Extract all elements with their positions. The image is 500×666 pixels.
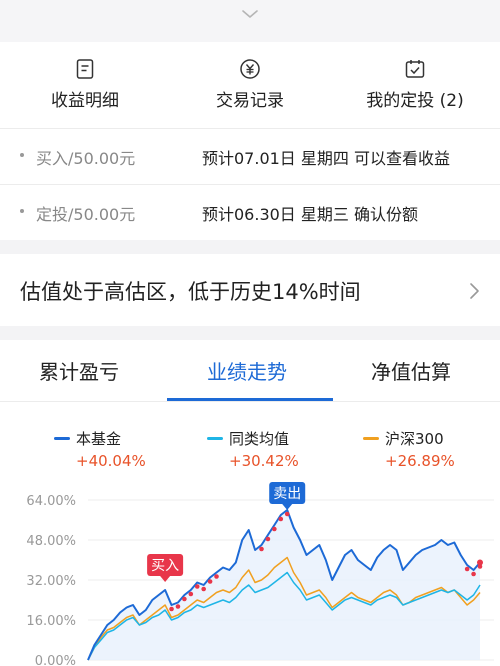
legend-swatch	[54, 437, 70, 440]
trade-marker-dot	[284, 511, 290, 517]
tag-pointer	[160, 576, 171, 582]
trade-marker-dot	[182, 596, 187, 602]
trade-marker-dot	[265, 536, 271, 542]
legend-change: +40.04%	[76, 452, 146, 470]
calendar-check-icon	[405, 60, 425, 78]
y-tick-label: 64.00%	[26, 494, 76, 509]
legend-swatch	[207, 437, 223, 440]
y-tick-label: 32.00%	[26, 574, 76, 589]
chart-tabs: 累计盈亏 业绩走势 净值估算	[0, 340, 500, 402]
trade-marker-dot	[214, 574, 219, 579]
sell-tag-label: 卖出	[273, 486, 301, 502]
tab-performance-trend[interactable]: 业绩走势	[207, 356, 287, 385]
y-tick-label: 16.00%	[26, 614, 76, 629]
my-auto-invest-label: 我的定投 (2)	[366, 91, 464, 111]
trade-marker-dot	[188, 591, 194, 597]
divider	[0, 401, 500, 402]
tab-nav-estimate[interactable]: 净值估算	[371, 356, 451, 385]
trade-marker-dot	[201, 586, 206, 592]
trade-records-button[interactable]: 交易记录	[180, 42, 320, 128]
trade-marker-dot	[175, 604, 181, 609]
buy-tag-label: 买入	[151, 558, 179, 574]
tab-cumulative-pnl[interactable]: 累计盈亏	[39, 356, 119, 385]
legend-change: +30.42%	[229, 452, 299, 470]
pending-buy-status: 预计07.01日 星期四 可以查看收益	[202, 149, 450, 168]
trade-marker-dot	[278, 516, 284, 522]
trade-marker-dot	[464, 566, 470, 572]
y-tick-label: 0.00%	[35, 654, 76, 666]
pending-auto-invest-amount: 定投/50.00元	[36, 205, 136, 224]
pending-buy-row[interactable]: 买入/50.00元 预计07.01日 星期四 可以查看收益	[0, 128, 500, 184]
fund-area-fill	[88, 510, 480, 660]
trade-marker-dot	[259, 546, 264, 552]
trade-marker-dot	[272, 526, 277, 532]
my-auto-invest-button[interactable]: 我的定投 (2)	[340, 42, 490, 128]
trade-marker-dot	[207, 579, 213, 584]
bullet-dot	[20, 209, 24, 213]
trade-records-label: 交易记录	[216, 91, 284, 111]
valuation-text: 估值处于高估区，低于历史14%时间	[20, 280, 361, 304]
income-details-label: 收益明细	[51, 91, 119, 111]
document-icon	[76, 59, 94, 79]
legend-name: 同类均值	[229, 430, 290, 448]
chevron-down-icon[interactable]	[241, 8, 259, 20]
performance-card: 累计盈亏 业绩走势 净值估算 本基金 +40.04% 同类均值 +30.42% …	[0, 340, 500, 666]
valuation-row[interactable]: 估值处于高估区，低于历史14%时间	[0, 254, 500, 326]
legend-swatch	[363, 437, 379, 440]
bullet-dot	[20, 153, 24, 157]
legend-name: 本基金	[76, 430, 122, 448]
y-tick-label: 48.00%	[26, 534, 76, 549]
pending-auto-invest-status: 预计06.30日 星期三 确认份额	[202, 205, 418, 224]
trade-marker-dot	[194, 584, 200, 589]
fund-actions-card: 收益明细 交易记录 我的定投 (2) 买入/50.00元 预计07.01日 星期…	[0, 42, 500, 240]
yen-circle-icon	[240, 59, 260, 79]
performance-line-chart[interactable]: 64.00% 48.00% 32.00% 16.00% 0.00% 买入 卖出	[0, 480, 500, 666]
collapse-bar[interactable]	[0, 0, 500, 42]
income-details-button[interactable]: 收益明细	[15, 42, 155, 128]
pending-buy-amount: 买入/50.00元	[36, 149, 136, 168]
actions-row: 收益明细 交易记录 我的定投 (2)	[0, 42, 500, 128]
pending-auto-invest-row[interactable]: 定投/50.00元 预计06.30日 星期三 确认份额	[0, 184, 500, 240]
trade-marker-dot	[169, 606, 174, 612]
tag-pointer	[282, 504, 293, 510]
legend-name: 沪深300	[385, 430, 444, 448]
legend-change: +26.89%	[385, 452, 455, 470]
trade-marker-dot	[471, 571, 476, 577]
series-end-dot	[477, 559, 483, 566]
chevron-right-icon	[470, 283, 479, 299]
